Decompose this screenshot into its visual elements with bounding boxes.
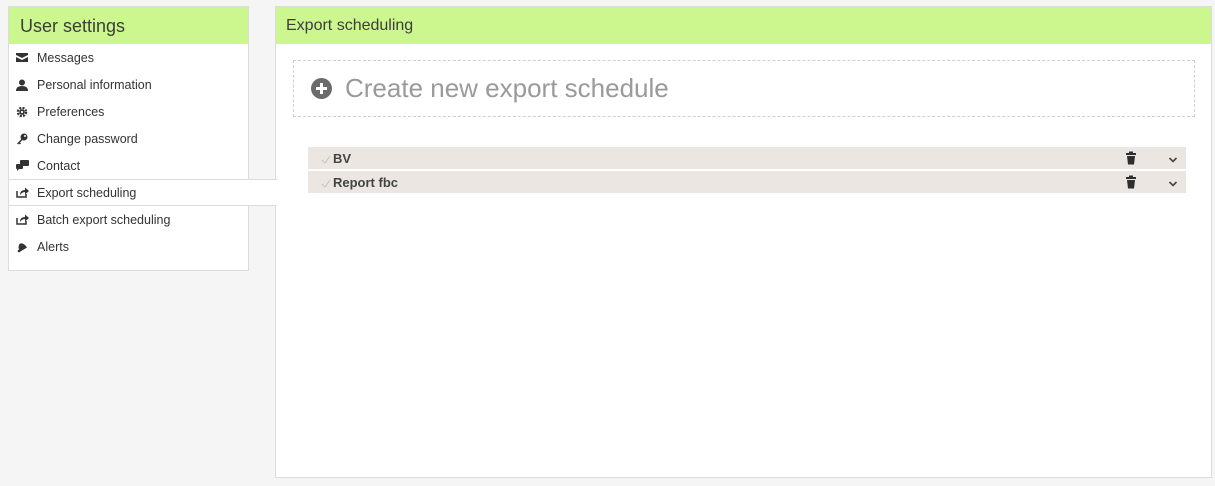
chat-icon: [15, 159, 29, 173]
chevron-down-icon[interactable]: [1168, 177, 1178, 187]
create-export-schedule-button[interactable]: Create new export schedule: [293, 60, 1195, 117]
page-title: Export scheduling: [276, 7, 1211, 44]
sidebar-item-change-password[interactable]: Change password: [9, 125, 248, 152]
key-icon: [15, 132, 29, 146]
gear-icon: [15, 105, 29, 119]
sidebar-item-preferences[interactable]: Preferences: [9, 98, 248, 125]
check-icon: [321, 177, 331, 188]
user-icon: [15, 78, 29, 92]
chevron-down-icon[interactable]: [1168, 153, 1178, 163]
sidebar-item-label: Batch export scheduling: [37, 212, 171, 227]
share-icon: [15, 186, 29, 200]
sidebar-item-label: Change password: [37, 131, 138, 146]
settings-menu: Messages Personal information Preference…: [9, 44, 277, 260]
share-icon: [15, 213, 29, 227]
sidebar-item-contact[interactable]: Contact: [9, 152, 248, 179]
sidebar-item-alerts[interactable]: Alerts: [9, 233, 248, 260]
trash-icon[interactable]: [1125, 175, 1137, 189]
sidebar-title: User settings: [9, 7, 248, 44]
sidebar-item-label: Export scheduling: [37, 185, 137, 200]
check-icon: [321, 153, 331, 164]
sidebar-item-label: Messages: [37, 50, 94, 65]
trash-icon[interactable]: [1125, 151, 1137, 165]
sidebar-item-messages[interactable]: Messages: [9, 44, 248, 71]
schedule-row[interactable]: Report fbc: [308, 171, 1186, 193]
schedule-name: Report fbc: [333, 174, 398, 190]
sidebar-item-label: Preferences: [37, 104, 105, 119]
schedule-list: BV Report fbc: [308, 147, 1186, 195]
sidebar-item-batch-export-scheduling[interactable]: Batch export scheduling: [9, 206, 248, 233]
bell-icon: [15, 240, 29, 254]
export-scheduling-panel: Export scheduling Create new export sche…: [275, 6, 1212, 478]
create-schedule-label: Create new export schedule: [345, 73, 669, 103]
sidebar-item-label: Contact: [37, 158, 81, 173]
sidebar-item-label: Alerts: [37, 239, 69, 254]
sidebar-item-export-scheduling[interactable]: Export scheduling: [9, 179, 277, 206]
schedule-name: BV: [333, 150, 352, 166]
settings-sidebar: User settings Messages Personal informat…: [8, 6, 277, 271]
schedule-row[interactable]: BV: [308, 147, 1186, 169]
sidebar-item-label: Personal information: [37, 77, 152, 92]
plus-circle-icon: [311, 78, 332, 99]
sidebar-item-personal-information[interactable]: Personal information: [9, 71, 248, 98]
envelope-icon: [15, 51, 29, 65]
